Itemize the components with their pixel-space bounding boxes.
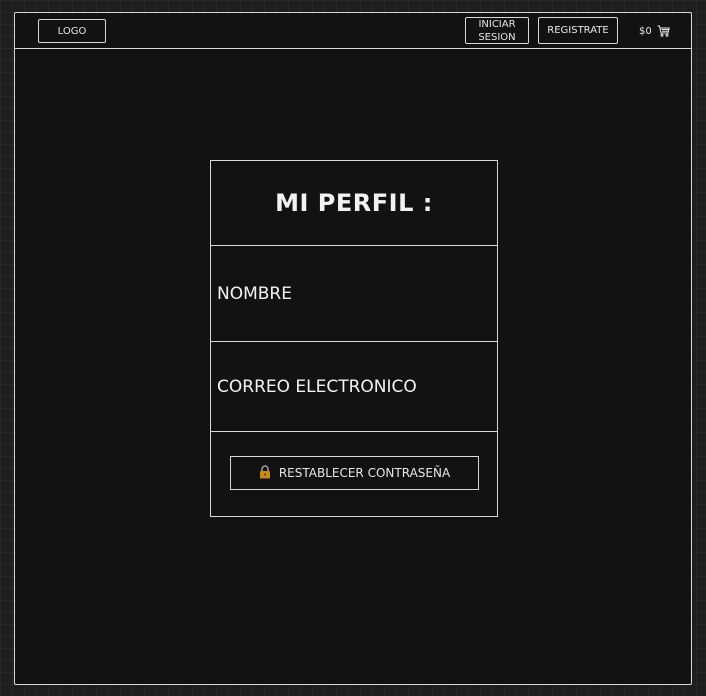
navbar: LOGO INICIAR SESION REGISTRATE $0 — [15, 13, 691, 49]
name-label: NOMBRE — [217, 283, 292, 304]
cart-total: $0 — [639, 25, 652, 37]
email-label: CORREO ELECTRONICO — [217, 376, 417, 397]
name-field: NOMBRE — [211, 246, 497, 342]
logo-button[interactable]: LOGO — [38, 19, 106, 43]
cart-link[interactable]: $0 — [639, 23, 670, 39]
page-title: MI PERFIL : — [275, 189, 433, 217]
profile-header: MI PERFIL : — [211, 161, 497, 246]
email-field: CORREO ELECTRONICO — [211, 342, 497, 432]
shopping-cart-icon — [657, 25, 670, 37]
register-button[interactable]: REGISTRATE — [538, 17, 618, 44]
login-button[interactable]: INICIAR SESION — [465, 17, 529, 44]
profile-card: MI PERFIL : NOMBRE CORREO ELECTRONICO RE… — [210, 160, 498, 517]
reset-password-label: RESTABLECER CONTRASEÑA — [278, 466, 451, 480]
page-frame: LOGO INICIAR SESION REGISTRATE $0 MI PER… — [14, 12, 692, 685]
lock-icon — [259, 464, 271, 482]
reset-password-button[interactable]: RESTABLECER CONTRASEÑA — [230, 456, 479, 490]
